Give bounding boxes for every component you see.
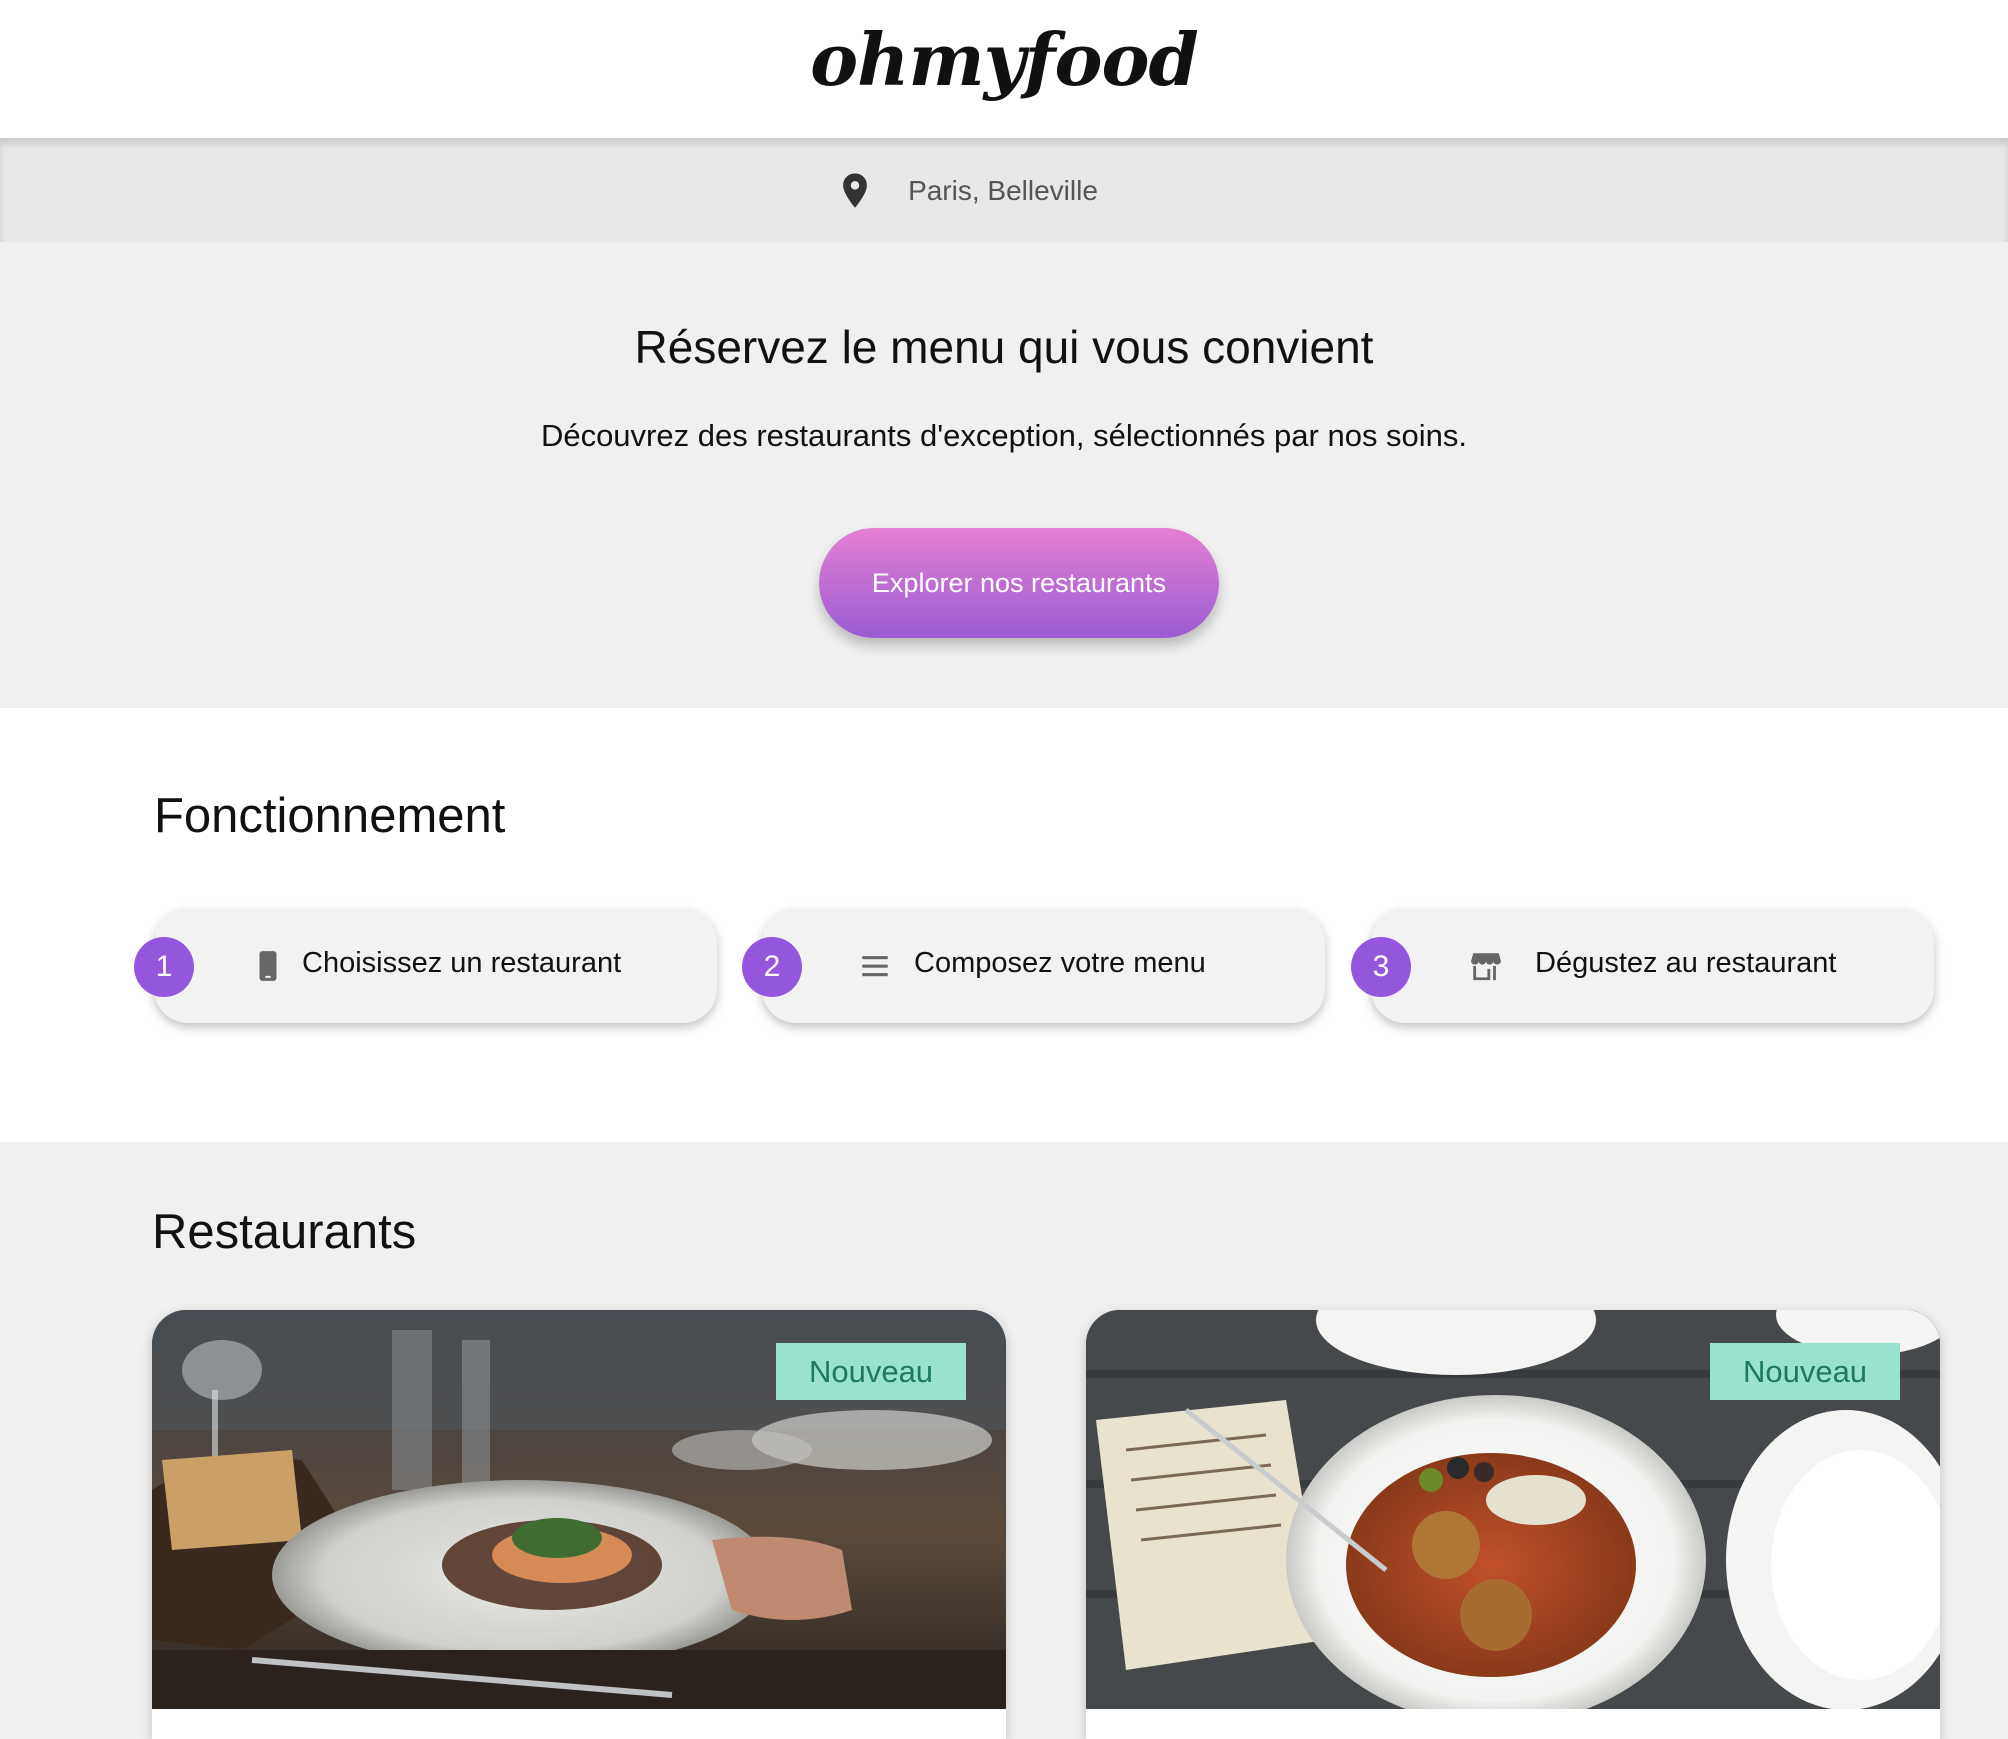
hero-section: Réservez le menu qui vous convient Décou… [0, 242, 2008, 708]
step-compose-menu[interactable]: 2 Composez votre menu [742, 909, 1325, 1023]
new-badge: Nouveau [776, 1343, 966, 1400]
restaurant-card[interactable]: Nouveau [1086, 1310, 1940, 1739]
restaurants-section: Restaurants Nouveau Nouveau [0, 1142, 2008, 1739]
list-icon [862, 956, 888, 977]
hero-subtitle: Découvrez des restaurants d'exception, s… [540, 418, 1468, 453]
step-label: Choisissez un restaurant [302, 947, 622, 979]
restaurant-card[interactable]: Nouveau [152, 1310, 1006, 1739]
card-footer [1086, 1709, 1940, 1739]
step-number-badge: 1 [134, 937, 194, 997]
hero-title: Réservez le menu qui vous convient [634, 321, 1374, 373]
ohmyfood-logo[interactable]: ohmyfood [810, 17, 1199, 102]
step-choose-restaurant[interactable]: 1 Choisissez un restaurant [134, 909, 717, 1023]
explore-restaurants-button[interactable]: Explorer nos restaurants [819, 528, 1219, 638]
card-footer [152, 1709, 1006, 1739]
site-header: ohmyfood [0, 0, 2008, 138]
new-badge: Nouveau [1710, 1343, 1900, 1400]
how-it-works-title: Fonctionnement [154, 789, 506, 843]
step-label: Composez votre menu [914, 947, 1206, 979]
map-pin-icon [843, 173, 867, 208]
step-number-badge: 3 [1351, 937, 1411, 997]
phone-icon [259, 951, 277, 981]
location-bar[interactable]: Paris, Belleville [0, 138, 2008, 242]
step-label: Dégustez au restaurant [1535, 947, 1837, 979]
storefront-icon [1471, 953, 1501, 981]
how-it-works-section: Fonctionnement 1 Choisissez un restauran… [0, 708, 2008, 1142]
step-enjoy-restaurant[interactable]: 3 Dégustez au restaurant [1351, 909, 1934, 1023]
step-number-badge: 2 [742, 937, 802, 997]
restaurants-title: Restaurants [152, 1205, 417, 1259]
location-text: Paris, Belleville [908, 175, 1098, 206]
